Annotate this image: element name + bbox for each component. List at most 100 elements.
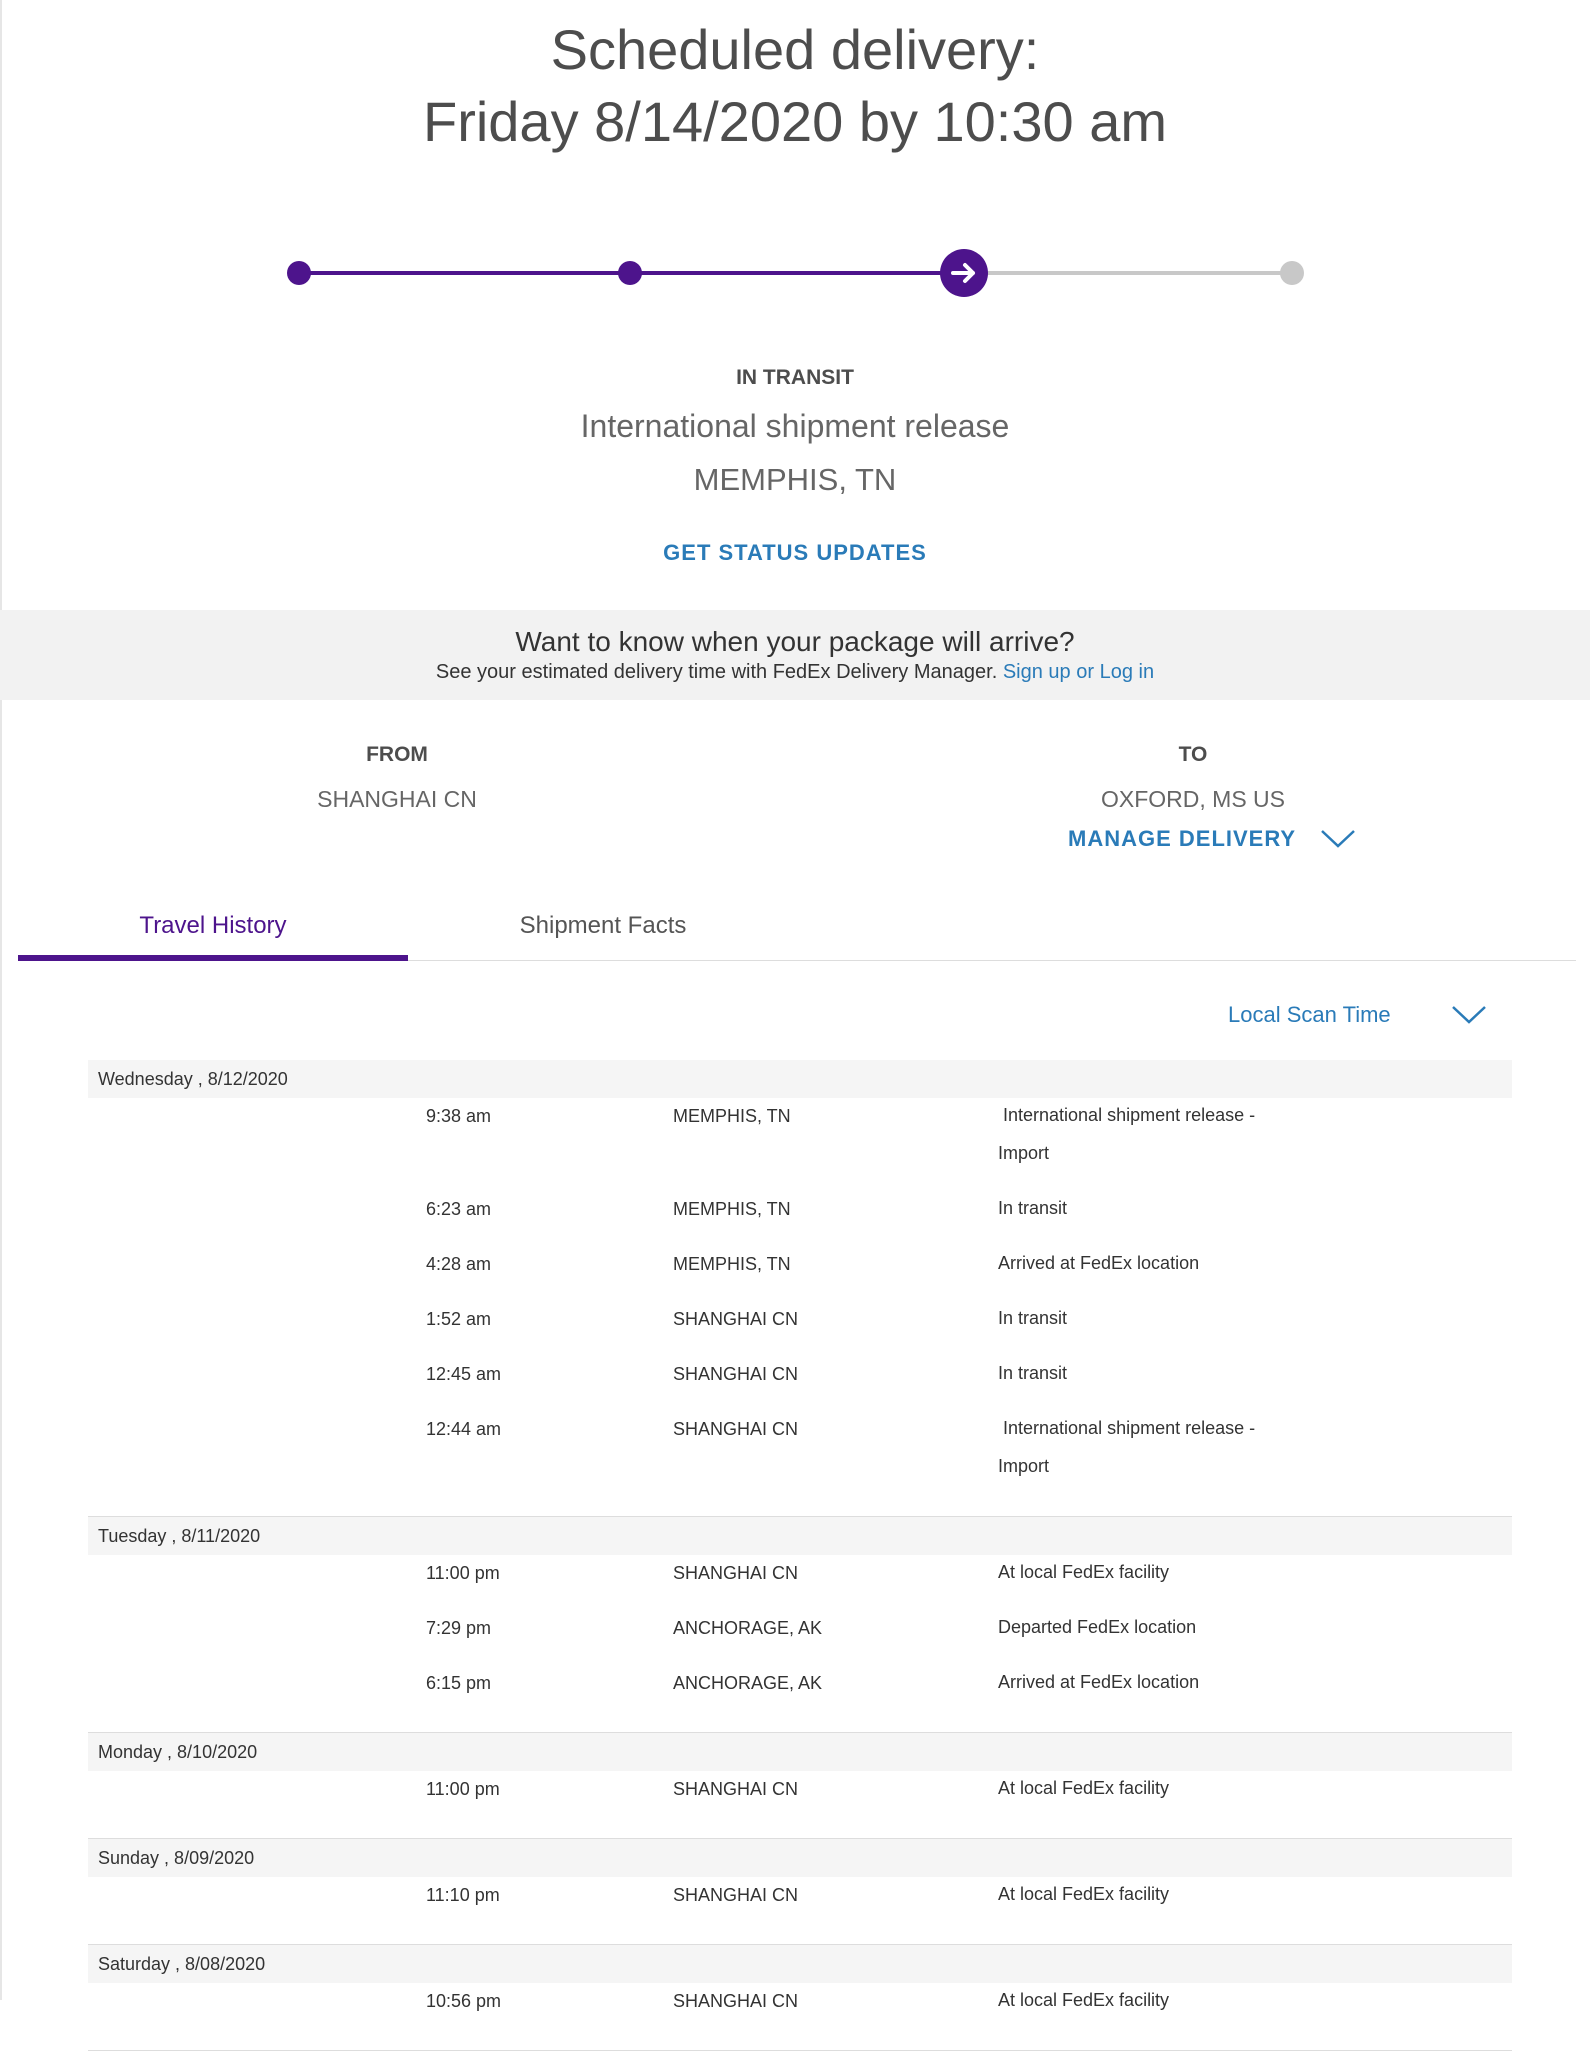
from-value: SHANGHAI CN — [317, 786, 477, 812]
scan-time: 9:38 am — [426, 1106, 492, 1126]
scan-description: International shipment release - Import — [998, 1096, 1298, 1172]
day-group: Tuesday , 8/11/2020 11:00 pm SHANGHAI CN At… — [88, 1517, 1512, 1733]
progress-step-3-current — [940, 249, 988, 297]
scan-description-line: Import — [998, 1143, 1050, 1163]
table-row: 11:00 pm SHANGHAI CN At local FedEx facili… — [88, 1555, 1512, 1610]
scan-description: In transit — [998, 1299, 1298, 1337]
status-description: International shipment release — [580, 408, 1010, 444]
scan-description: International shipment release - Import — [998, 1409, 1298, 1485]
day-group: Monday , 8/10/2020 11:00 pm SHANGHAI CN At … — [88, 1733, 1512, 1839]
scan-location: SHANGHAI CN — [673, 1991, 799, 2011]
page-left-border — [0, 0, 2, 2000]
table-row: 6:15 pm ANCHORAGE, AK Arrived at FedEx loc… — [88, 1665, 1512, 1720]
scan-location: ANCHORAGE, AK — [673, 1673, 823, 1693]
scan-description-line: At local FedEx facility — [998, 1562, 1170, 1582]
table-row: 6:23 am MEMPHIS, TN In transit — [88, 1191, 1512, 1246]
day-header: Sunday , 8/09/2020 — [88, 1839, 1512, 1877]
table-row: 11:00 pm SHANGHAI CN At local FedEx facili… — [88, 1771, 1512, 1826]
table-row: 4:28 am MEMPHIS, TN Arrived at FedEx locat… — [88, 1246, 1512, 1301]
day-header: Monday , 8/10/2020 — [88, 1733, 1512, 1771]
to-value: OXFORD, MS US — [1100, 786, 1285, 812]
scan-time-select[interactable]: Local Scan Time — [1228, 1002, 1487, 1028]
status-location: MEMPHIS, TN — [693, 462, 897, 497]
table-row: 1:52 am SHANGHAI CN In transit — [88, 1301, 1512, 1356]
heading-line-1: Scheduled delivery: — [550, 18, 1040, 81]
heading-line-2: Friday 8/14/2020 by 10:30 am — [422, 90, 1168, 153]
table-row: 9:38 am MEMPHIS, TN International shipmen… — [88, 1098, 1512, 1191]
scan-description-line: In transit — [998, 1198, 1068, 1218]
scan-time: 11:00 pm — [426, 1563, 500, 1583]
scan-description-line: Departed FedEx location — [998, 1617, 1197, 1637]
progress-step-2 — [618, 261, 642, 285]
progress-track-pending — [964, 271, 1292, 275]
day-group: Wednesday , 8/12/2020 9:38 am MEMPHIS, TN … — [88, 1060, 1512, 1517]
scan-location: SHANGHAI CN — [673, 1779, 799, 1799]
day-group: Sunday , 8/09/2020 11:10 pm SHANGHAI CN At … — [88, 1839, 1512, 1945]
scan-time: 7:29 pm — [426, 1618, 492, 1638]
get-status-updates-link[interactable]: GET STATUS UPDATES — [0, 540, 1590, 566]
scan-description-line: At local FedEx facility — [998, 1778, 1170, 1798]
day-header: Saturday , 8/08/2020 — [88, 1945, 1512, 1983]
scan-time: 12:45 am — [426, 1364, 502, 1384]
tab-shipment-facts[interactable]: Shipment Facts — [408, 912, 798, 940]
scan-time: 6:15 pm — [426, 1673, 492, 1693]
scan-description-line: Import — [998, 1456, 1050, 1476]
scan-description: At local FedEx facility — [998, 1769, 1298, 1807]
scan-description: At local FedEx facility — [998, 1981, 1298, 2019]
day-header: Wednesday , 8/12/2020 — [88, 1060, 1512, 1098]
scan-location: MEMPHIS, TN — [673, 1106, 791, 1126]
to-label: TO — [1178, 743, 1208, 766]
delivery-manager-banner: Want to know when your package will arri… — [0, 610, 1590, 700]
scan-description-line: At local FedEx facility — [998, 1990, 1170, 2010]
manage-delivery-button[interactable]: MANAGE DELIVERY — [1068, 826, 1356, 852]
scan-time-label: Local Scan Time — [1228, 1002, 1391, 1027]
manage-delivery-label: MANAGE DELIVERY — [1068, 826, 1297, 851]
banner-subtitle: See your estimated delivery time with Fe… — [0, 661, 1590, 684]
table-row: 7:29 pm ANCHORAGE, AK Departed FedEx locat… — [88, 1610, 1512, 1665]
scan-location: MEMPHIS, TN — [673, 1254, 791, 1274]
table-row: 11:10 pm SHANGHAI CN At local FedEx facili… — [88, 1877, 1512, 1932]
scan-location: SHANGHAI CN — [673, 1309, 799, 1329]
scan-description-line: At local FedEx facility — [998, 1884, 1170, 1904]
banner-title: Want to know when your package will arri… — [515, 626, 1075, 657]
active-tab-indicator — [18, 955, 408, 961]
scan-time: 10:56 pm — [426, 1991, 502, 2011]
scan-description-line: In transit — [998, 1308, 1068, 1328]
scan-location: SHANGHAI CN — [673, 1885, 799, 1905]
scan-description-line: Arrived at FedEx location — [998, 1253, 1200, 1273]
scan-description-line: Arrived at FedEx location — [998, 1672, 1200, 1692]
from-label: FROM — [366, 743, 428, 766]
scan-location: SHANGHAI CN — [673, 1419, 799, 1439]
scheduled-delivery-heading: Scheduled delivery: Friday 8/14/2020 by … — [0, 14, 1590, 158]
progress-step-1 — [287, 261, 311, 285]
status-label: IN TRANSIT — [736, 366, 854, 389]
sign-up-link[interactable]: Sign up — [1003, 661, 1071, 683]
scan-description-line: In transit — [998, 1363, 1068, 1383]
scan-location: SHANGHAI CN — [673, 1364, 799, 1384]
or-text: or — [1076, 661, 1095, 683]
table-row: 10:56 pm SHANGHAI CN At local FedEx facili… — [88, 1983, 1512, 2038]
tab-travel-history[interactable]: Travel History — [18, 912, 408, 940]
scan-description: Departed FedEx location — [998, 1608, 1298, 1646]
progress-step-4 — [1280, 261, 1304, 285]
scan-description: Arrived at FedEx location — [998, 1663, 1298, 1701]
scan-description: Arrived at FedEx location — [998, 1244, 1298, 1282]
log-in-link[interactable]: Log in — [1100, 661, 1155, 683]
scan-description: At local FedEx facility — [998, 1875, 1298, 1913]
scan-description: In transit — [998, 1354, 1298, 1392]
scan-description-line: International shipment release - — [998, 1105, 1256, 1125]
scan-time: 1:52 am — [426, 1309, 492, 1329]
scan-location: MEMPHIS, TN — [673, 1199, 791, 1219]
table-row: 12:44 am SHANGHAI CN International shipme… — [88, 1411, 1512, 1504]
scan-time: 12:44 am — [426, 1419, 502, 1439]
scan-time: 6:23 am — [426, 1199, 492, 1219]
travel-history-table: Wednesday , 8/12/2020 9:38 am MEMPHIS, TN … — [88, 1060, 1512, 2051]
scan-time: 4:28 am — [426, 1254, 492, 1274]
chevron-down-icon — [1321, 830, 1355, 848]
scan-location: SHANGHAI CN — [673, 1563, 799, 1583]
scan-description: In transit — [998, 1189, 1298, 1227]
